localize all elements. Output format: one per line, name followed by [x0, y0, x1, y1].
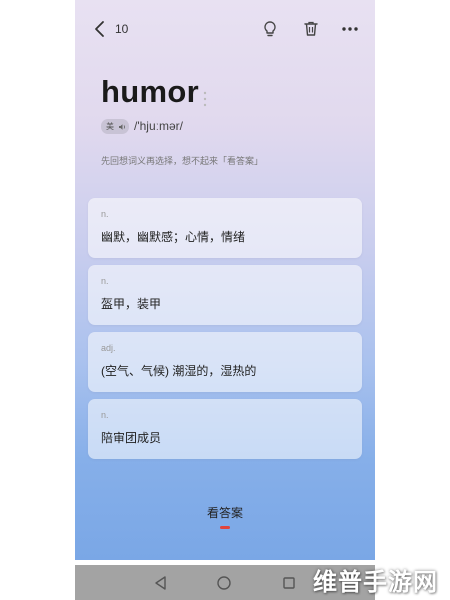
show-answer-label: 看答案 [206, 506, 243, 520]
option-card[interactable]: n. 陪审团成员 [88, 399, 362, 459]
trash-icon[interactable] [301, 19, 321, 39]
region-label: 美 [106, 122, 114, 131]
nav-back-icon[interactable] [153, 575, 169, 591]
option-pos: n. [101, 410, 109, 420]
option-meaning: 陪审团成员 [101, 431, 162, 445]
lightbulb-icon[interactable] [260, 19, 280, 39]
option-card[interactable]: n. 幽默，幽默感；心情，情绪 [88, 198, 362, 258]
show-answer-button[interactable]: 看答案 [185, 504, 265, 534]
answer-underline [220, 526, 230, 529]
hint-text: 先回想词义再选择，想不起来「看答案」 [101, 156, 264, 166]
option-meaning: 幽默，幽默感；心情，情绪 [101, 230, 246, 244]
pronunciation-button[interactable]: 美 [101, 119, 129, 134]
phonetic-text: /'hjuːmər/ [134, 119, 183, 133]
nav-recent-icon[interactable] [282, 576, 296, 590]
option-meaning: 盔甲，装甲 [101, 297, 162, 311]
word-menu-icon[interactable] [201, 90, 209, 108]
option-pos: n. [101, 209, 109, 219]
nav-home-icon[interactable] [216, 575, 232, 591]
option-pos: n. [101, 276, 109, 286]
back-arrow-icon[interactable] [89, 18, 111, 40]
page-number: 10 [115, 22, 129, 36]
top-bar: 10 [75, 14, 375, 46]
phone-screen: 10 humor 美 /'hjuːmər/ 先回想词义再选择，想不起来「看答案」… [75, 0, 375, 600]
option-meaning: (空气、气候) 潮湿的，湿热的 [101, 364, 257, 378]
more-icon[interactable] [339, 19, 361, 39]
option-card[interactable]: adj. (空气、气候) 潮湿的，湿热的 [88, 332, 362, 392]
option-pos: adj. [101, 343, 116, 353]
app-screen: 10 humor 美 /'hjuːmər/ 先回想词义再选择，想不起来「看答案」… [75, 0, 375, 560]
speaker-icon [119, 124, 125, 130]
option-card[interactable]: n. 盔甲，装甲 [88, 265, 362, 325]
word-title: humor [101, 74, 199, 109]
watermark-text: 维普手游网 [313, 569, 438, 596]
